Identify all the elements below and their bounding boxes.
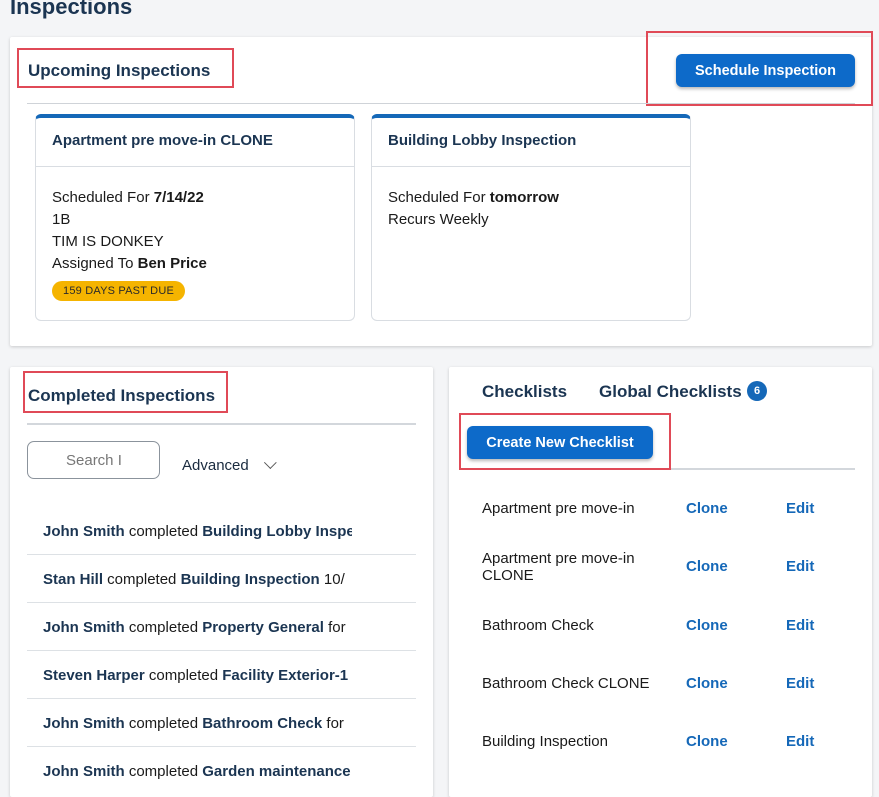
recurrence-label: Recurs Weekly — [388, 211, 489, 228]
verb-text: completed — [124, 763, 203, 780]
upcoming-card[interactable]: Apartment pre move-in CLONE Scheduled Fo… — [35, 114, 355, 321]
global-checklists-count-badge: 6 — [747, 381, 767, 401]
inspection-name: Property General — [202, 619, 324, 636]
user-name: Stan Hill — [43, 571, 104, 588]
upcoming-card[interactable]: Building Lobby Inspection Scheduled For … — [371, 114, 691, 321]
verb-text: completed — [124, 619, 203, 636]
edit-link[interactable]: Edit — [786, 733, 814, 750]
verb-text: completed — [144, 667, 223, 684]
list-item-text: John Smith completed Building Lobby Insp… — [43, 523, 352, 540]
card-title: Building Lobby Inspection — [388, 132, 577, 149]
inspection-name: Building Inspection — [180, 571, 320, 588]
edit-link[interactable]: Edit — [786, 675, 814, 692]
highlight-upcoming-title — [17, 48, 234, 88]
tab-checklists[interactable]: Checklists — [482, 382, 567, 402]
clone-link[interactable]: Clone — [686, 558, 728, 575]
user-name: Steven Harper — [43, 667, 145, 684]
advanced-filter-toggle[interactable]: Advanced — [182, 456, 277, 474]
verb-text: completed — [103, 571, 181, 588]
scheduled-date: tomorrow — [489, 189, 559, 206]
list-item[interactable]: John Smith completed Property General fo… — [27, 603, 416, 651]
card-divider — [36, 166, 354, 167]
card-note: TIM IS DONKEY — [52, 233, 164, 250]
highlight-schedule-button — [646, 31, 873, 106]
inspection-name: Garden maintenance — [202, 763, 351, 780]
assigned-to: Assigned To Ben Price — [52, 255, 207, 272]
inspection-name: Bathroom Check — [202, 715, 323, 732]
clone-link[interactable]: Clone — [686, 675, 728, 692]
list-item-text: John Smith completed Garden maintenance — [43, 763, 352, 780]
list-item-text: John Smith completed Property General fo… — [43, 619, 352, 636]
highlight-create-checklist — [459, 413, 671, 470]
scheduled-label: Scheduled For — [388, 189, 490, 206]
list-item[interactable]: Steven Harper completed Facility Exterio… — [27, 651, 416, 699]
advanced-label: Advanced — [182, 457, 249, 474]
highlight-completed-title — [23, 371, 228, 413]
checklist-name: Building Inspection — [482, 733, 608, 750]
list-item-text: Steven Harper completed Facility Exterio… — [43, 667, 352, 684]
suffix-text: for — [322, 715, 344, 732]
checklists-divider — [671, 468, 855, 470]
inspection-name: Building Lobby Inspe — [202, 523, 352, 540]
clone-link[interactable]: Clone — [686, 500, 728, 517]
edit-link[interactable]: Edit — [786, 617, 814, 634]
checklist-name: Bathroom Check CLONE — [482, 675, 650, 692]
verb-text: completed — [124, 523, 203, 540]
list-item-text: Stan Hill completed Building Inspection … — [43, 571, 352, 588]
clone-link[interactable]: Clone — [686, 733, 728, 750]
scheduled-label: Scheduled For — [52, 189, 154, 206]
user-name: John Smith — [43, 763, 125, 780]
assignee-name: Ben Price — [137, 255, 207, 272]
checklist-name: Apartment pre move-in CLONE — [482, 550, 635, 584]
clone-link[interactable]: Clone — [686, 617, 728, 634]
completed-divider — [27, 423, 416, 425]
page-title: Inspections — [10, 0, 133, 19]
list-item[interactable]: John Smith completed Garden maintenance — [27, 747, 416, 795]
scheduled-for: Scheduled For 7/14/22 — [52, 189, 204, 206]
card-title: Apartment pre move-in CLONE — [52, 132, 273, 149]
suffix-text: for — [323, 619, 346, 636]
unit-label: 1B — [52, 211, 71, 228]
list-item[interactable]: John Smith completed Building Lobby Insp… — [27, 507, 416, 555]
scheduled-date: 7/14/22 — [153, 189, 204, 206]
list-item[interactable]: John Smith completed Bathroom Check for — [27, 699, 416, 747]
tab-global-checklists[interactable]: Global Checklists — [599, 382, 742, 402]
user-name: John Smith — [43, 619, 125, 636]
search-input[interactable] — [27, 441, 160, 479]
user-name: John Smith — [43, 715, 125, 732]
verb-text: completed — [124, 715, 203, 732]
edit-link[interactable]: Edit — [786, 558, 814, 575]
assigned-label: Assigned To — [52, 255, 138, 272]
list-item-text: John Smith completed Bathroom Check for — [43, 715, 352, 732]
inspection-name: Facility Exterior-1 — [222, 667, 349, 684]
upcoming-divider — [27, 103, 855, 104]
card-divider — [372, 166, 690, 167]
completed-list: John Smith completed Building Lobby Insp… — [27, 507, 416, 795]
list-item[interactable]: Stan Hill completed Building Inspection … — [27, 555, 416, 603]
edit-link[interactable]: Edit — [786, 500, 814, 517]
scheduled-for: Scheduled For tomorrow — [388, 189, 559, 206]
past-due-badge: 159 DAYS PAST DUE — [52, 281, 185, 301]
user-name: John Smith — [43, 523, 125, 540]
checklist-name: Bathroom Check — [482, 617, 594, 634]
suffix-text: 10/ — [319, 571, 345, 588]
checklist-name: Apartment pre move-in — [482, 500, 635, 517]
